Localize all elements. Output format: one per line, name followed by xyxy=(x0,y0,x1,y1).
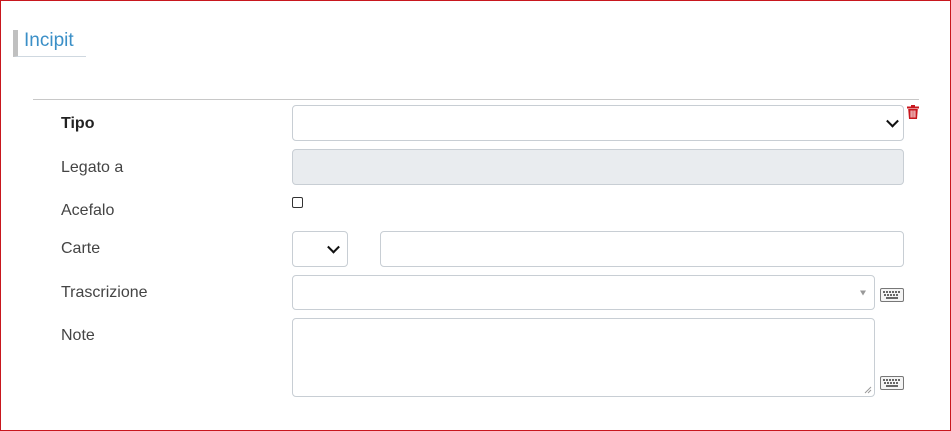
section-title: Incipit xyxy=(24,30,74,51)
section-header: Incipit xyxy=(13,30,86,57)
trascrizione-select[interactable] xyxy=(292,275,875,310)
acefalo-label: Acefalo xyxy=(61,202,115,219)
trash-icon[interactable] xyxy=(907,105,919,119)
tipo-label: Tipo xyxy=(61,115,95,132)
carte-select[interactable] xyxy=(292,231,348,267)
carte-label: Carte xyxy=(61,240,101,257)
chevron-down-icon xyxy=(327,240,340,254)
trascrizione-label: Trascrizione xyxy=(61,284,148,301)
note-label: Note xyxy=(61,327,95,344)
divider xyxy=(33,99,919,100)
resize-handle-icon[interactable] xyxy=(864,386,872,394)
keyboard-icon[interactable] xyxy=(880,288,904,302)
carte-input[interactable] xyxy=(380,231,904,267)
legato-a-field[interactable] xyxy=(292,149,904,185)
tipo-select[interactable] xyxy=(292,105,904,141)
keyboard-icon[interactable] xyxy=(880,376,904,390)
acefalo-checkbox[interactable] xyxy=(292,197,303,208)
chevron-down-icon xyxy=(886,114,899,128)
note-textarea[interactable] xyxy=(292,318,875,397)
legato-a-label: Legato a xyxy=(61,159,124,176)
caret-down-icon xyxy=(860,290,866,295)
